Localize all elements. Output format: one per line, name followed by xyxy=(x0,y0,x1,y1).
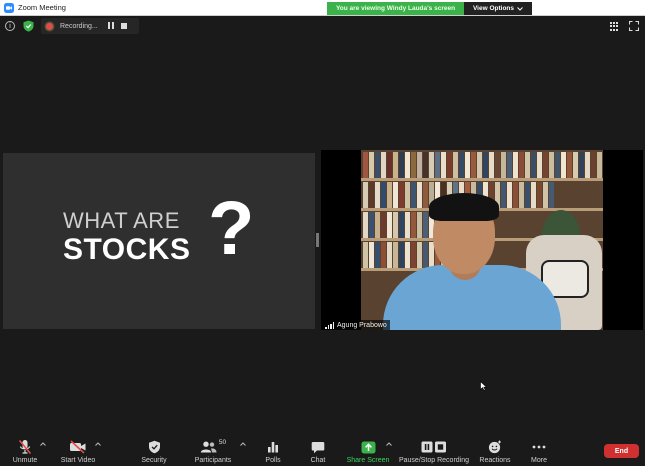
window-titlebar: Zoom Meeting xyxy=(0,0,645,16)
pause-stop-recording-label: Pause/Stop Recording xyxy=(398,457,470,464)
share-arrow-icon xyxy=(361,441,375,453)
chat-button[interactable]: Chat xyxy=(305,433,331,466)
unmute-button[interactable]: Unmute xyxy=(8,433,42,466)
participants-count: 50 xyxy=(218,439,227,446)
reactions-label: Reactions xyxy=(479,457,511,464)
chevron-up-icon xyxy=(40,442,46,446)
recording-label: Recording... xyxy=(60,22,98,30)
pause-stop-recording-button[interactable]: Pause/Stop Recording xyxy=(398,433,470,466)
polls-label: Polls xyxy=(265,457,281,464)
signal-strength-icon xyxy=(325,321,334,329)
panel-splitter-handle[interactable] xyxy=(316,233,319,247)
polls-button[interactable]: Polls xyxy=(260,433,286,466)
share-options-caret[interactable] xyxy=(386,442,392,448)
share-screen-label: Share Screen xyxy=(346,457,390,464)
reactions-button[interactable]: Reactions xyxy=(478,433,512,466)
more-label: More xyxy=(531,457,547,464)
meeting-top-strip: i Recording... xyxy=(0,17,645,37)
encryption-shield-icon[interactable] xyxy=(23,20,34,32)
participant-video-tile[interactable]: Agung Prabowo xyxy=(321,150,643,330)
chat-label: Chat xyxy=(310,457,326,464)
chevron-up-icon xyxy=(95,442,101,446)
participants-options-caret[interactable] xyxy=(240,442,246,448)
recording-indicator: Recording... xyxy=(41,18,139,34)
chevron-up-icon xyxy=(386,442,392,446)
bar-chart-icon xyxy=(268,442,278,453)
audio-options-caret[interactable] xyxy=(40,442,46,448)
participant-video-feed xyxy=(361,150,603,330)
meeting-info-button[interactable]: i xyxy=(5,21,15,31)
chevron-down-icon xyxy=(517,6,523,11)
slide-question-mark: ? xyxy=(208,186,255,271)
recording-dot-icon xyxy=(46,22,53,30)
start-video-label: Start Video xyxy=(60,457,96,464)
participant-name: Agung Prabowo xyxy=(337,321,387,329)
video-options-caret[interactable] xyxy=(95,442,101,448)
zoom-camera-icon xyxy=(4,2,14,13)
security-button[interactable]: Security xyxy=(138,433,170,466)
smiley-icon xyxy=(488,440,501,454)
slide-title-line2: STOCKS xyxy=(63,233,191,266)
participant-name-tag: Agung Prabowo xyxy=(322,320,390,330)
end-label: End xyxy=(614,447,629,455)
share-screen-button[interactable]: Share Screen xyxy=(345,433,391,466)
screen-share-banner: You are viewing Windy Lauda's screen Vie… xyxy=(327,2,532,15)
info-icon: i xyxy=(9,22,11,30)
participants-button[interactable]: 50 Participants xyxy=(192,433,234,466)
participants-label: Participants xyxy=(194,457,232,464)
end-meeting-button[interactable]: End xyxy=(604,444,639,458)
gallery-view-button[interactable] xyxy=(610,22,619,31)
fullscreen-icon[interactable] xyxy=(629,21,639,31)
more-button[interactable]: More xyxy=(526,433,552,466)
participant-hair xyxy=(429,193,499,221)
pause-stop-icon xyxy=(421,441,446,453)
stop-recording-button[interactable] xyxy=(121,23,127,29)
chat-bubble-icon xyxy=(311,441,325,453)
meeting-toolbar: Unmute Start Video Security 50 Participa… xyxy=(0,433,645,466)
viewing-screen-message: You are viewing Windy Lauda's screen xyxy=(327,2,464,15)
unmute-label: Unmute xyxy=(12,457,38,464)
view-options-button[interactable]: View Options xyxy=(464,2,532,15)
start-video-button[interactable]: Start Video xyxy=(57,433,99,466)
shield-check-icon xyxy=(148,440,160,454)
security-label: Security xyxy=(141,457,167,464)
pause-recording-button[interactable] xyxy=(106,22,115,30)
mouse-cursor-icon xyxy=(480,381,487,391)
people-icon xyxy=(200,441,217,453)
chevron-up-icon xyxy=(240,442,246,446)
video-off-icon xyxy=(70,440,86,454)
window-title: Zoom Meeting xyxy=(18,3,66,12)
slide-title-line1: WHAT ARE xyxy=(63,208,180,233)
shared-screen-content: WHAT ARE STOCKS ? xyxy=(3,153,315,329)
ellipsis-icon xyxy=(532,445,546,449)
microphone-muted-icon xyxy=(18,439,32,455)
view-options-label: View Options xyxy=(472,5,515,12)
